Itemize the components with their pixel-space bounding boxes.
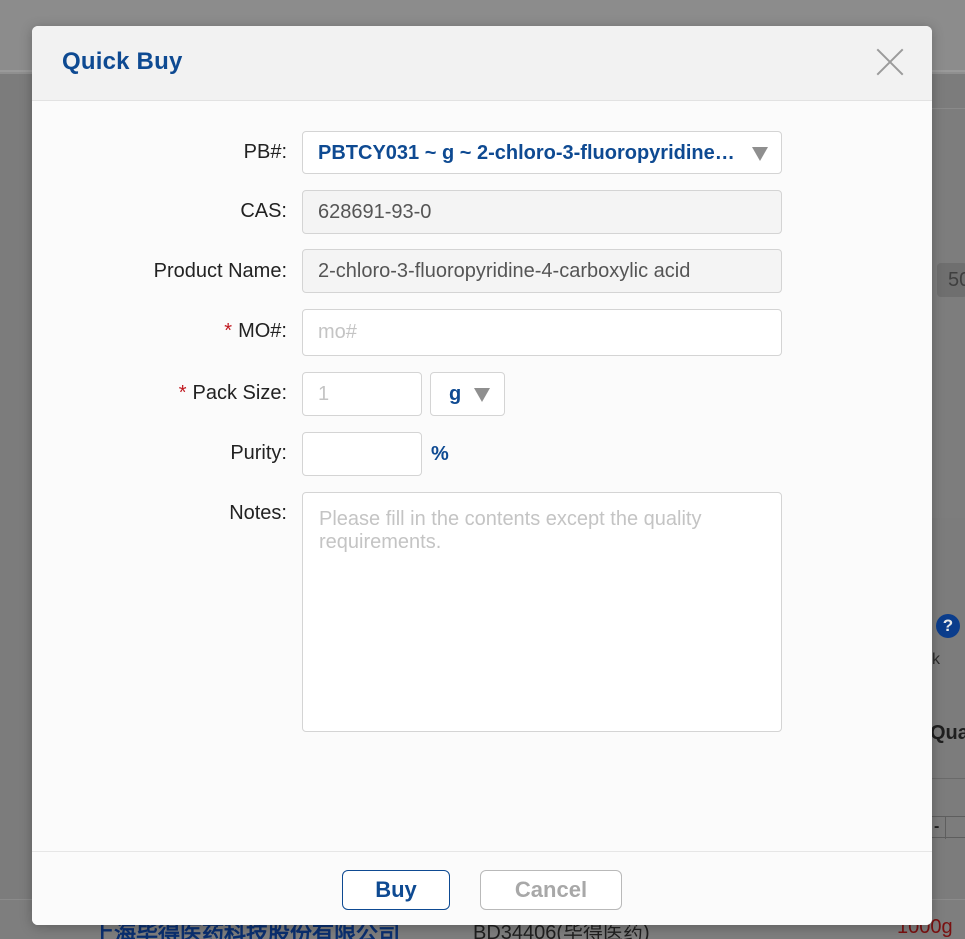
product-name-label: Product Name:: [153, 260, 287, 282]
required-marker: *: [224, 320, 233, 342]
pb-select[interactable]: PBTCY031 ~ g ~ 2-chloro-3-fluoropyridine…: [302, 131, 782, 174]
dialog-title: Quick Buy: [62, 48, 183, 75]
dialog-header: Quick Buy: [32, 26, 932, 101]
background-badge: 50: [937, 263, 965, 297]
product-name-field: 2-chloro-3-fluoropyridine-4-carboxylic a…: [302, 249, 782, 293]
pack-unit-value: g: [449, 383, 462, 405]
purity-unit: %: [431, 443, 449, 465]
background-card: [930, 108, 965, 518]
buy-button[interactable]: Buy: [342, 870, 450, 910]
mo-label: * MO#:: [224, 320, 287, 343]
pb-select-value: PBTCY031 ~ g ~ 2-chloro-3-fluoropyridine…: [318, 142, 782, 164]
chevron-down-icon[interactable]: [752, 147, 768, 161]
purity-label: Purity:: [230, 442, 287, 464]
background-stepper: -: [930, 816, 965, 839]
notes-label: Notes:: [229, 502, 287, 524]
background-column-header: Qua: [930, 722, 965, 744]
notes-textarea[interactable]: [302, 492, 782, 732]
quick-buy-dialog: Quick Buy PB#: PBTCY031 ~ g ~ 2-chloro-3…: [32, 26, 932, 925]
pb-label: PB#:: [243, 141, 287, 163]
cas-field: 628691-93-0: [302, 190, 782, 234]
mo-label-text: MO#:: [238, 320, 287, 342]
pack-size-input[interactable]: [302, 372, 422, 416]
help-icon: ?: [936, 614, 960, 638]
close-icon[interactable]: [874, 46, 906, 78]
purity-input[interactable]: [302, 432, 422, 476]
pack-unit-select[interactable]: g: [430, 372, 505, 416]
cancel-button[interactable]: Cancel: [480, 870, 622, 910]
background-column-label: k: [932, 651, 940, 668]
required-marker: *: [178, 382, 187, 404]
mo-input[interactable]: [302, 309, 782, 356]
background-divider: [930, 778, 965, 779]
chevron-down-icon: [474, 388, 490, 402]
background-minus: -: [934, 818, 940, 835]
pack-size-label-text: Pack Size:: [192, 382, 287, 404]
cas-label: CAS:: [240, 200, 287, 222]
pack-size-label: * Pack Size:: [179, 382, 287, 405]
dialog-footer: Buy Cancel: [32, 851, 932, 925]
